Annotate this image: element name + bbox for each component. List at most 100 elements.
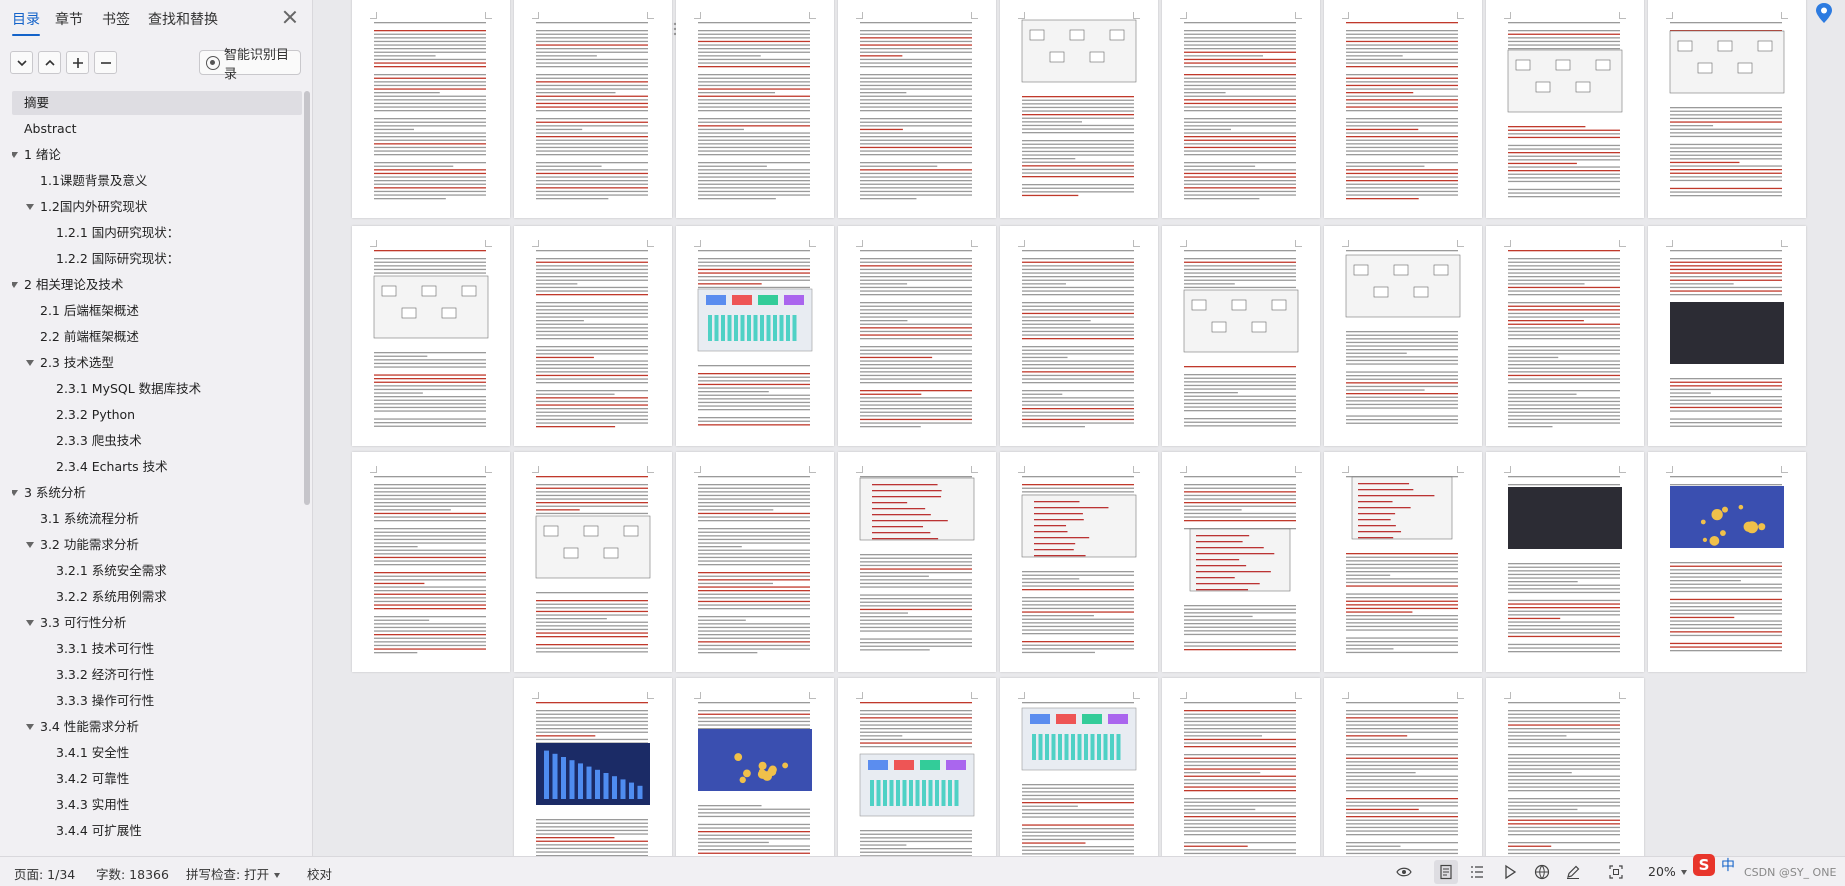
toc-item[interactable]: 2.3 技术选型 bbox=[12, 351, 302, 375]
expand-arrow-icon[interactable] bbox=[26, 724, 34, 730]
page-thumbnail[interactable] bbox=[514, 226, 672, 446]
expand-arrow-icon[interactable] bbox=[12, 152, 18, 158]
page-thumbnail[interactable] bbox=[352, 0, 510, 218]
page-thumbnail[interactable] bbox=[352, 452, 510, 672]
page-thumbnail[interactable] bbox=[1000, 0, 1158, 218]
zoom-level[interactable]: 20% bbox=[1648, 864, 1687, 879]
toc-item[interactable]: 3.2.2 系统用例需求 bbox=[12, 585, 302, 609]
page-thumbnail[interactable] bbox=[1324, 678, 1482, 856]
toc-item[interactable]: 摘要 bbox=[12, 91, 302, 115]
ime-language[interactable]: 中 bbox=[1721, 855, 1735, 875]
toc-item[interactable]: 1.2.2 国际研究现状： bbox=[12, 247, 302, 271]
close-icon[interactable] bbox=[282, 9, 298, 25]
chevron-up-icon[interactable] bbox=[38, 51, 61, 74]
toc-item[interactable]: 2 相关理论及技术 bbox=[12, 273, 302, 297]
page-thumbnail[interactable] bbox=[676, 452, 834, 672]
page-thumbnail[interactable] bbox=[676, 678, 834, 856]
page-thumbnail[interactable] bbox=[1324, 0, 1482, 218]
toc-item[interactable]: 3.2 功能需求分析 bbox=[12, 533, 302, 557]
toc-item[interactable]: 2.3.3 爬虫技术 bbox=[12, 429, 302, 453]
expand-arrow-icon[interactable] bbox=[26, 542, 34, 548]
page-thumbnail[interactable] bbox=[1324, 452, 1482, 672]
page-thumbnail[interactable] bbox=[1000, 678, 1158, 856]
tab-chapters[interactable]: 章节 bbox=[55, 9, 83, 29]
expand-arrow-icon[interactable] bbox=[26, 204, 34, 210]
toc-item[interactable]: 3.3.1 技术可行性 bbox=[12, 637, 302, 661]
chevron-down-icon[interactable] bbox=[10, 51, 33, 74]
page-thumbnail[interactable] bbox=[1486, 452, 1644, 672]
location-pin-icon[interactable] bbox=[1814, 2, 1834, 24]
toc-item[interactable]: 3.4.4 可扩展性 bbox=[12, 819, 302, 843]
page-thumbnail[interactable] bbox=[1162, 0, 1320, 218]
expand-arrow-icon[interactable] bbox=[26, 360, 34, 366]
document-area[interactable]: H bbox=[314, 0, 1845, 856]
page-thumbnail[interactable] bbox=[1486, 678, 1644, 856]
page-thumbnail[interactable] bbox=[514, 452, 672, 672]
page-thumbnail[interactable] bbox=[838, 678, 996, 856]
toc-item[interactable]: 1 绪论 bbox=[12, 143, 302, 167]
zoom-value: 20% bbox=[1648, 864, 1676, 879]
page-thumbnail[interactable] bbox=[1162, 452, 1320, 672]
toc-item[interactable]: 3.2.1 系统安全需求 bbox=[12, 559, 302, 583]
page-thumbnail[interactable] bbox=[1648, 452, 1806, 672]
toc-item[interactable]: 2.3.2 Python bbox=[12, 403, 302, 427]
ime-toolbar[interactable]: S 中 bbox=[1693, 854, 1735, 876]
page-thumbnail[interactable] bbox=[676, 226, 834, 446]
toc-item[interactable]: 3 系统分析 bbox=[12, 481, 302, 505]
toc-item[interactable]: 1.2国内外研究现状 bbox=[12, 195, 302, 219]
page-thumbnail[interactable] bbox=[352, 226, 510, 446]
pen-icon[interactable] bbox=[1565, 864, 1581, 880]
page-view-icon[interactable] bbox=[1438, 864, 1454, 880]
word-count[interactable]: 字数: 18366 bbox=[96, 864, 169, 883]
plus-icon[interactable] bbox=[66, 51, 89, 74]
page-thumbnail[interactable] bbox=[1000, 226, 1158, 446]
toc-item[interactable]: 3.3 可行性分析 bbox=[12, 611, 302, 635]
page-thumbnail[interactable] bbox=[514, 0, 672, 218]
toc-item[interactable]: 3.4.3 实用性 bbox=[12, 793, 302, 817]
toc-item[interactable]: 2.3.4 Echarts 技术 bbox=[12, 455, 302, 479]
toc-item[interactable]: 1.2.1 国内研究现状： bbox=[12, 221, 302, 245]
page-thumbnail[interactable] bbox=[1162, 226, 1320, 446]
page-thumbnail[interactable] bbox=[1000, 452, 1158, 672]
fit-page-icon[interactable] bbox=[1608, 864, 1624, 880]
toc-item[interactable]: 3.4 性能需求分析 bbox=[12, 715, 302, 739]
toc-item[interactable]: 3.3.2 经济可行性 bbox=[12, 663, 302, 687]
smart-toc-button[interactable]: 智能识别目录 bbox=[199, 48, 301, 82]
minus-icon[interactable] bbox=[94, 51, 117, 74]
toc-item[interactable]: 2.3.1 MySQL 数据库技术 bbox=[12, 377, 302, 401]
page-thumbnail[interactable] bbox=[1486, 0, 1644, 218]
page-thumbnail[interactable] bbox=[1486, 226, 1644, 446]
spellcheck-toggle[interactable]: 拼写检查: 打开 bbox=[186, 864, 281, 883]
page-thumbnail[interactable] bbox=[838, 452, 996, 672]
page-indicator[interactable]: 页面: 1/34 bbox=[14, 864, 75, 883]
toc-item-label: 3.3 可行性分析 bbox=[40, 615, 127, 630]
outline-view-icon[interactable] bbox=[1469, 864, 1485, 880]
page-thumbnail[interactable] bbox=[676, 0, 834, 218]
toc-item[interactable]: 3.4.1 安全性 bbox=[12, 741, 302, 765]
page-thumbnail[interactable] bbox=[1648, 226, 1806, 446]
toc-item[interactable]: 1.1课题背景及意义 bbox=[12, 169, 302, 193]
eye-protection-icon[interactable] bbox=[1396, 864, 1412, 880]
expand-arrow-icon[interactable] bbox=[12, 490, 18, 496]
web-layout-icon[interactable] bbox=[1534, 864, 1550, 880]
page-thumbnail[interactable] bbox=[514, 678, 672, 856]
expand-arrow-icon[interactable] bbox=[26, 620, 34, 626]
toc-item[interactable]: Abstract bbox=[12, 117, 302, 141]
page-thumbnail[interactable] bbox=[838, 0, 996, 218]
toc-item[interactable]: 3.1 系统流程分析 bbox=[12, 507, 302, 531]
page-thumbnail[interactable] bbox=[838, 226, 996, 446]
page-thumbnail[interactable] bbox=[1162, 678, 1320, 856]
tab-find-replace[interactable]: 查找和替换 bbox=[148, 9, 218, 29]
toc-scrollbar[interactable] bbox=[304, 91, 310, 505]
tab-toc[interactable]: 目录 bbox=[12, 9, 40, 36]
toc-item[interactable]: 3.4.2 可靠性 bbox=[12, 767, 302, 791]
page-thumbnail[interactable] bbox=[1324, 226, 1482, 446]
toc-item[interactable]: 2.1 后端框架概述 bbox=[12, 299, 302, 323]
toc-item[interactable]: 2.2 前端框架概述 bbox=[12, 325, 302, 349]
toc-item[interactable]: 3.3.3 操作可行性 bbox=[12, 689, 302, 713]
expand-arrow-icon[interactable] bbox=[12, 282, 18, 288]
play-icon[interactable] bbox=[1502, 864, 1518, 880]
proofread-button[interactable]: 校对 bbox=[307, 864, 332, 883]
page-thumbnail[interactable] bbox=[1648, 0, 1806, 218]
tab-bookmarks[interactable]: 书签 bbox=[102, 9, 130, 29]
